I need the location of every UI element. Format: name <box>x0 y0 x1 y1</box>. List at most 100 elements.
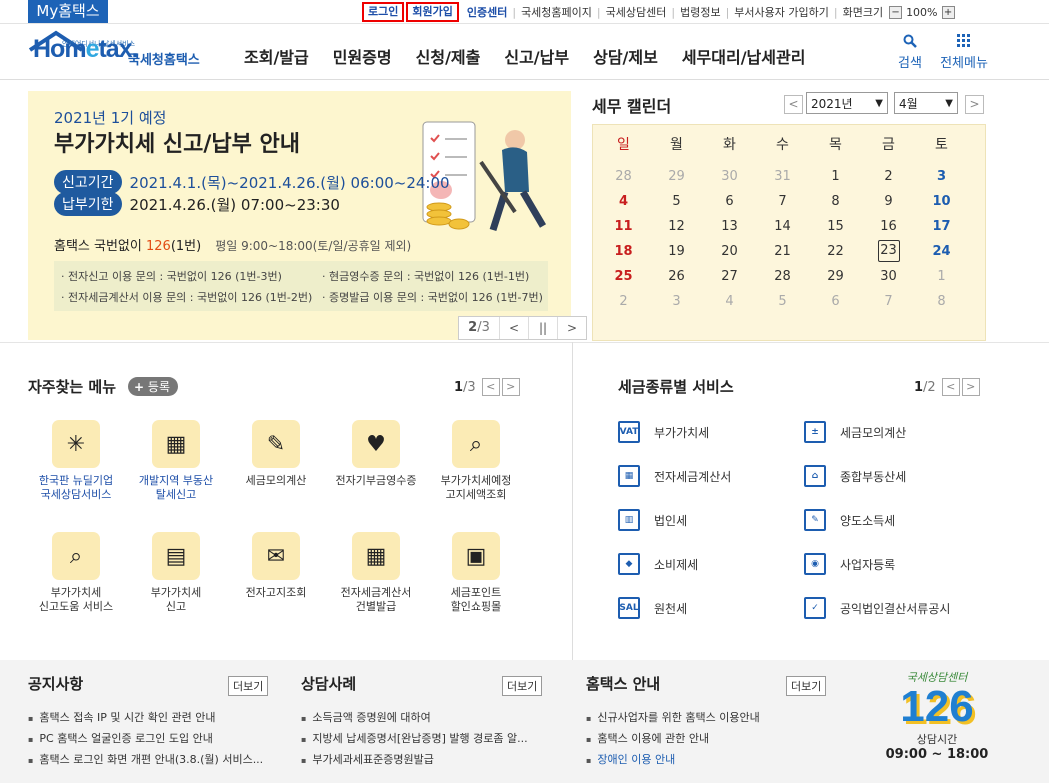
cert-center-link[interactable]: 인증센터 <box>467 4 507 20</box>
guide-item[interactable]: 홈택스 이용에 관한 안내 <box>586 729 760 750</box>
notice-item[interactable]: 홈택스 로그인 화면 개편 안내(3.8.(월) 서비스... <box>28 750 263 771</box>
login-link[interactable]: 로그인 <box>362 2 405 22</box>
tax-services-next-button[interactable]: > <box>961 378 980 396</box>
calendar-day[interactable]: 29 <box>650 164 703 189</box>
calendar-day[interactable]: 15 <box>809 214 862 239</box>
calendar-day[interactable]: 30 <box>862 264 915 289</box>
favorite-item[interactable]: ♥ 전자기부금영수증 <box>330 420 422 488</box>
calendar-prev-button[interactable]: < <box>784 95 803 114</box>
consult-item[interactable]: 소득금액 증명원에 대하여 <box>301 708 528 729</box>
guide-item[interactable]: 장애인 이용 안내 <box>586 750 760 771</box>
calendar-day[interactable]: 10 <box>915 189 968 214</box>
calendar-day[interactable]: 16 <box>862 214 915 239</box>
consult-item[interactable]: 지방세 납세증명서[완납증명] 발행 경로좀 알... <box>301 729 527 750</box>
calendar-day[interactable]: 1 <box>915 264 968 289</box>
calendar-day[interactable]: 23 <box>862 239 915 264</box>
favorite-item[interactable]: ✎ 세금모의계산 <box>230 420 322 488</box>
calendar-day[interactable]: 21 <box>756 239 809 264</box>
signup-link[interactable]: 회원가입 <box>406 2 459 22</box>
favorites-add-button[interactable]: + 등록 <box>128 377 179 396</box>
my-hometax-button[interactable]: My홈택스 <box>28 0 108 23</box>
calendar-day[interactable]: 27 <box>703 264 756 289</box>
calendar-day[interactable]: 11 <box>597 214 650 239</box>
calendar-day[interactable]: 4 <box>597 189 650 214</box>
nav-report-pay[interactable]: 신고/납부 <box>504 44 569 68</box>
calendar-day[interactable]: 9 <box>862 189 915 214</box>
nts-consult-link[interactable]: 국세상담센터 <box>606 4 667 20</box>
logo[interactable]: Hometax. <box>33 35 139 64</box>
dept-signup-link[interactable]: 부서사용자 가입하기 <box>734 4 829 20</box>
notice-item[interactable]: 홈택스 접속 IP 및 시간 확인 관련 안내 <box>28 708 263 729</box>
calendar-day[interactable]: 7 <box>756 189 809 214</box>
calendar-day[interactable]: 7 <box>862 289 915 314</box>
favorite-item[interactable]: ⌕ 부가가치세예정 고지세액조회 <box>430 420 522 502</box>
calendar-day[interactable]: 6 <box>809 289 862 314</box>
favorite-item[interactable]: ⌕ 부가가치세 신고도움 서비스 <box>30 532 122 614</box>
favorite-item[interactable]: ▦ 전자세금계산서 건별발급 <box>330 532 422 614</box>
favorite-item[interactable]: ✳ 한국판 뉴딜기업 국세상담서비스 <box>30 420 122 502</box>
calendar-day[interactable]: 6 <box>703 189 756 214</box>
month-select[interactable]: 4월 ▼ <box>894 92 958 114</box>
tax-service-item[interactable]: ◆ 소비제세 <box>618 553 698 575</box>
tax-service-item[interactable]: ▥ 법인세 <box>618 509 687 531</box>
nts-homepage-link[interactable]: 국세청홈페이지 <box>521 4 592 20</box>
favorites-next-button[interactable]: > <box>501 378 520 396</box>
search-button[interactable]: 검색 <box>893 34 927 71</box>
calendar-day[interactable]: 12 <box>650 214 703 239</box>
tax-service-item[interactable]: ✎ 양도소득세 <box>804 509 895 531</box>
calendar-day[interactable]: 8 <box>915 289 968 314</box>
favorite-item[interactable]: ✉ 전자고지조회 <box>230 532 322 600</box>
calendar-day[interactable]: 17 <box>915 214 968 239</box>
calendar-day[interactable]: 8 <box>809 189 862 214</box>
favorite-item[interactable]: ▦ 개발지역 부동산 탈세신고 <box>130 420 222 502</box>
tax-service-item[interactable]: ⌂ 종합부동산세 <box>804 465 906 487</box>
nav-inquiry[interactable]: 조회/발급 <box>244 44 309 68</box>
zoom-out-button[interactable]: − <box>889 5 903 19</box>
zoom-in-button[interactable]: + <box>941 5 955 19</box>
calendar-day[interactable]: 20 <box>703 239 756 264</box>
nav-apply[interactable]: 신청/제출 <box>416 44 481 68</box>
calendar-day[interactable]: 2 <box>862 164 915 189</box>
calendar-day[interactable]: 18 <box>597 239 650 264</box>
calendar-day[interactable]: 26 <box>650 264 703 289</box>
calendar-day[interactable]: 13 <box>703 214 756 239</box>
tax-service-item[interactable]: ± 세금모의계산 <box>804 421 906 443</box>
calendar-day[interactable]: 1 <box>809 164 862 189</box>
banner-next-button[interactable]: > <box>557 317 586 339</box>
calendar-day[interactable]: 24 <box>915 239 968 264</box>
favorite-item[interactable]: ▤ 부가가치세 신고 <box>130 532 222 614</box>
favorite-item[interactable]: ▣ 세금포인트 할인쇼핑몰 <box>430 532 522 614</box>
banner-pause-button[interactable]: || <box>528 317 557 339</box>
calendar-day[interactable]: 22 <box>809 239 862 264</box>
calendar-day[interactable]: 2 <box>597 289 650 314</box>
consult-more-button[interactable]: 더보기 <box>502 676 543 696</box>
calendar-day[interactable]: 3 <box>915 164 968 189</box>
tax-services-prev-button[interactable]: < <box>941 378 960 396</box>
banner-prev-button[interactable]: < <box>499 317 528 339</box>
year-select[interactable]: 2021년 ▼ <box>806 92 888 114</box>
tax-service-item[interactable]: ▦ 전자세금계산서 <box>618 465 731 487</box>
calendar-day[interactable]: 19 <box>650 239 703 264</box>
calendar-day[interactable]: 14 <box>756 214 809 239</box>
calendar-day[interactable]: 3 <box>650 289 703 314</box>
all-menu-button[interactable]: 전체메뉴 <box>937 34 991 71</box>
calendar-day[interactable]: 31 <box>756 164 809 189</box>
consult-item[interactable]: 부가세과세표준증명원발급 <box>301 750 528 771</box>
calendar-day[interactable]: 29 <box>809 264 862 289</box>
notice-item[interactable]: PC 홈택스 얼굴인증 로그인 도입 안내 <box>28 729 263 750</box>
guide-more-button[interactable]: 더보기 <box>786 676 827 696</box>
favorites-prev-button[interactable]: < <box>481 378 500 396</box>
notice-more-button[interactable]: 더보기 <box>228 676 269 696</box>
guide-item[interactable]: 신규사업자를 위한 홈택스 이용안내 <box>586 708 759 729</box>
calendar-day[interactable]: 5 <box>650 189 703 214</box>
law-info-link[interactable]: 법령정보 <box>680 4 720 20</box>
calendar-day[interactable]: 28 <box>756 264 809 289</box>
calendar-next-button[interactable]: > <box>965 95 984 114</box>
nav-agent[interactable]: 세무대리/납세관리 <box>682 44 806 68</box>
calendar-day[interactable]: 4 <box>703 289 756 314</box>
tax-service-item[interactable]: VAT 부가가치세 <box>618 421 709 443</box>
nav-certificate[interactable]: 민원증명 <box>333 44 392 68</box>
calendar-day[interactable]: 30 <box>703 164 756 189</box>
tax-service-item[interactable]: ◉ 사업자등록 <box>804 553 895 575</box>
tax-service-item[interactable]: SAL 원천세 <box>618 597 687 619</box>
